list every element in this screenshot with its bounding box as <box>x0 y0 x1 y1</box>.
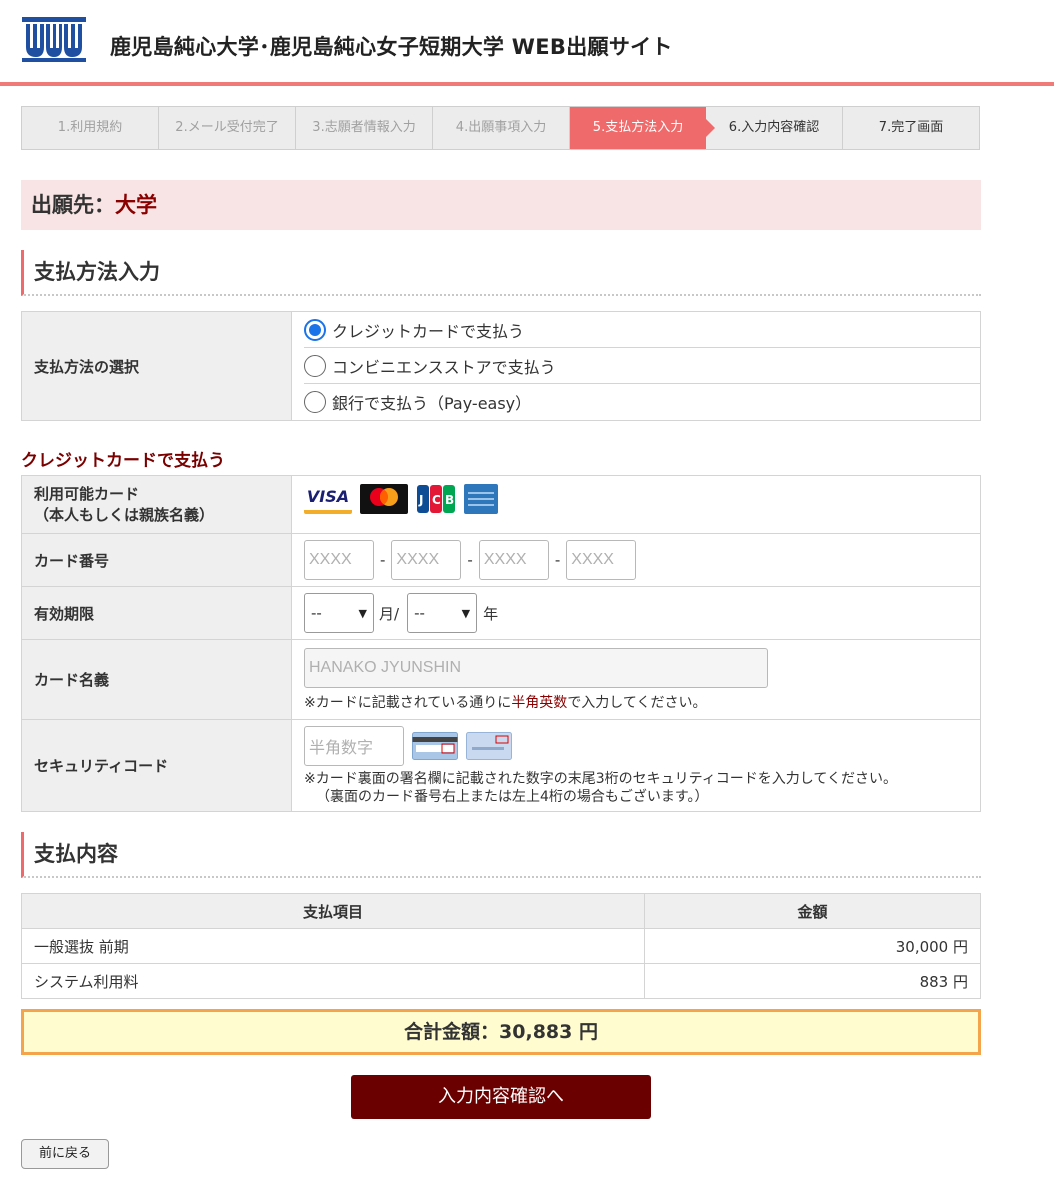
cardholder-name-label: カード名義 <box>21 639 292 720</box>
confirm-input-button[interactable]: 入力内容確認へ <box>351 1075 651 1119</box>
payment-details-section-title: 支払内容 <box>21 832 981 878</box>
card-front-icon <box>466 731 512 760</box>
mastercard-logo-icon <box>360 483 408 514</box>
credit-card-heading: クレジットカードで支払う <box>21 451 225 471</box>
step-4: 4.出願事項入力 <box>433 107 570 149</box>
payment-method-title-text: 支払方法入力 <box>34 260 160 284</box>
expiry-label: 有効期限 <box>21 586 292 640</box>
cardholder-name-field: HANAKO JYUNSHIN ※カードに記載されている通りに半角英数で入力して… <box>291 639 981 720</box>
total-amount: 合計金額：30,883 円 <box>21 1009 981 1055</box>
security-code-note: ※カード裏面の署名欄に記載された数字の末尾3桁のセキュリティコードを入力してくだ… <box>304 770 897 805</box>
card-number-fields: XXXX - XXXX - XXXX - XXXX <box>291 533 981 587</box>
card-back-icon <box>412 731 458 760</box>
table-row: システム利用料 883 円 <box>21 963 981 999</box>
amex-logo-icon <box>464 483 498 514</box>
payment-method-section-title: 支払方法入力 <box>21 250 981 296</box>
card-number-input-4[interactable]: XXXX <box>566 540 637 580</box>
svg-text:C: C <box>432 493 441 507</box>
visa-logo-icon: VISA <box>304 483 352 514</box>
university-logo-icon <box>22 17 86 62</box>
available-cards-label-1: 利用可能カード <box>34 484 140 503</box>
chevron-down-icon: ▼ <box>461 606 471 620</box>
expiry-fields: -- ▼ 月/ -- ▼ 年 <box>291 586 981 640</box>
payment-amount: 883 円 <box>644 963 981 999</box>
site-title: 鹿児島純心大学･鹿児島純心女子短期大学 WEB出願サイト <box>110 35 673 59</box>
svg-text:B: B <box>445 493 454 507</box>
radio-convenience-store[interactable] <box>304 354 326 377</box>
card-number-label: カード番号 <box>21 533 292 587</box>
credit-card-table: 利用可能カード （本人もしくは親族名義） VISA J C B カード番号 XX… <box>21 475 981 812</box>
card-number-input-2[interactable]: XXXX <box>391 540 462 580</box>
option-convenience-store[interactable]: コンビニエンスストアで支払う <box>304 348 980 384</box>
step-2: 2.メール受付完了 <box>159 107 296 149</box>
available-cards: VISA J C B <box>291 475 981 534</box>
payment-method-table: 支払方法の選択 クレジットカードで支払う コンビニエンスストアで支払う 銀行で支… <box>21 311 981 421</box>
destination-label: 出願先： <box>31 193 115 217</box>
payment-amount: 30,000 円 <box>644 928 981 964</box>
option-bank[interactable]: 銀行で支払う（Pay-easy） <box>304 384 980 420</box>
card-number-input-3[interactable]: XXXX <box>478 540 549 580</box>
card-number-separator: - <box>467 551 473 569</box>
svg-text:J: J <box>418 493 423 507</box>
step-3: 3.志願者情報入力 <box>296 107 433 149</box>
table-row: 一般選抜 前期 30,000 円 <box>21 928 981 964</box>
option-convenience-store-label: コンビニエンスストアで支払う <box>332 357 556 377</box>
jcb-logo-icon: J C B <box>417 484 455 513</box>
expiry-year-value: -- <box>414 604 425 622</box>
cardholder-name-input[interactable]: HANAKO JYUNSHIN <box>304 647 768 688</box>
card-number-separator: - <box>554 551 561 569</box>
security-code-field: 半角数字 ※カード裏面の署名欄に記載された数字の末尾3桁のセキュリティコードを入… <box>291 719 981 812</box>
expiry-month-unit: 月/ <box>379 604 400 623</box>
chevron-down-icon: ▼ <box>358 606 367 620</box>
step-5-current: 5.支払方法入力 <box>570 107 715 149</box>
expiry-month-select[interactable]: -- ▼ <box>304 593 374 633</box>
application-destination: 出願先：大学 <box>21 180 981 230</box>
payment-details-title-text: 支払内容 <box>34 842 118 866</box>
site-header: 鹿児島純心大学･鹿児島純心女子短期大学 WEB出願サイト <box>0 0 1054 86</box>
payment-item: システム利用料 <box>21 963 645 999</box>
cardholder-name-note: ※カードに記載されている通りに半角英数で入力してください。 <box>304 694 707 711</box>
payment-details-table: 支払項目 金額 一般選抜 前期 30,000 円 システム利用料 883 円 <box>21 893 981 999</box>
step-7: 7.完了画面 <box>878 120 944 135</box>
step-6: 6.入力内容確認 <box>706 107 843 149</box>
security-code-label: セキュリティコード <box>21 719 292 812</box>
option-bank-label: 銀行で支払う（Pay-easy） <box>332 394 532 413</box>
step-1: 1.利用規約 <box>22 107 159 149</box>
destination-value: 大学 <box>115 193 157 217</box>
col-header-amount: 金額 <box>644 893 981 929</box>
payment-method-label: 支払方法の選択 <box>21 311 292 421</box>
expiry-month-value: -- <box>311 604 322 622</box>
payment-method-options: クレジットカードで支払う コンビニエンスストアで支払う 銀行で支払う（Pay-e… <box>291 311 981 421</box>
payment-item: 一般選抜 前期 <box>21 928 645 964</box>
card-number-separator: - <box>380 551 386 569</box>
available-cards-label-2: （本人もしくは親族名義） <box>34 505 215 524</box>
col-header-item: 支払項目 <box>21 893 645 929</box>
expiry-year-select[interactable]: -- ▼ <box>407 593 478 633</box>
option-credit-card-label: クレジットカードで支払う <box>332 321 525 341</box>
security-code-input[interactable]: 半角数字 <box>304 725 404 766</box>
radio-bank[interactable] <box>304 391 326 413</box>
card-number-input-1[interactable]: XXXX <box>304 540 374 580</box>
progress-steps: 1.利用規約 2.メール受付完了 3.志願者情報入力 4.出願事項入力 5.支払… <box>21 106 980 150</box>
available-cards-label: 利用可能カード （本人もしくは親族名義） <box>21 475 292 534</box>
option-credit-card[interactable]: クレジットカードで支払う <box>304 312 980 348</box>
back-button[interactable]: 前に戻る <box>21 1139 109 1169</box>
radio-credit-card[interactable] <box>304 318 326 341</box>
expiry-year-unit: 年 <box>483 604 499 623</box>
